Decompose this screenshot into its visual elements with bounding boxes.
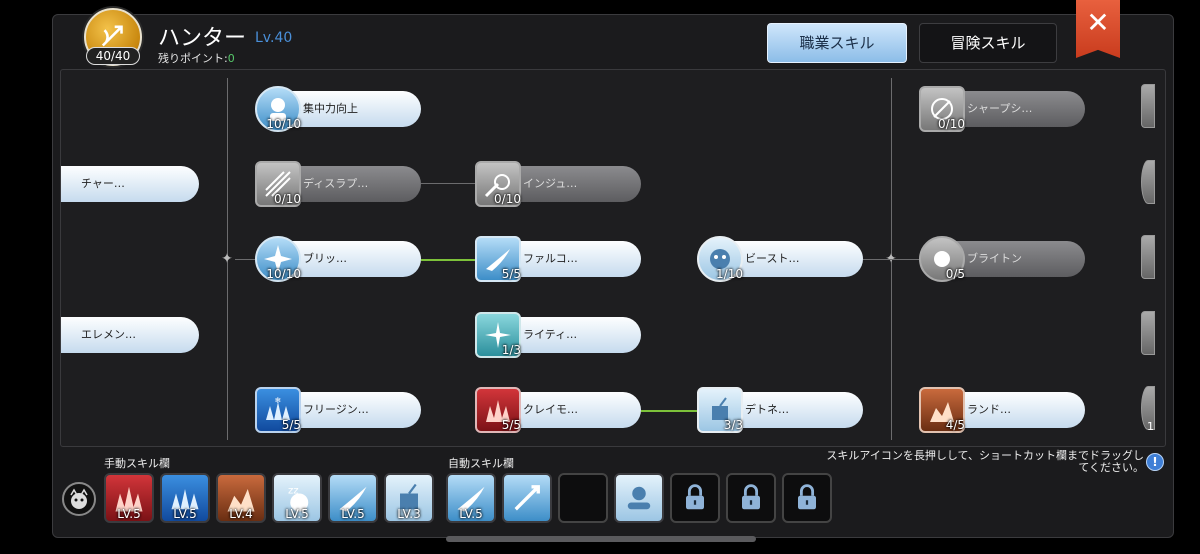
- skill-falcon[interactable]: ファルコ… 5/5: [475, 236, 641, 282]
- slot-level: LV.5: [459, 507, 483, 521]
- skill-disrupt[interactable]: ディスラプ… 0/10: [255, 161, 421, 207]
- lock-icon: [798, 484, 816, 510]
- auto-slot-locked[interactable]: [670, 473, 720, 523]
- skill-partial-right[interactable]: [1141, 311, 1155, 355]
- auto-slot-locked[interactable]: [726, 473, 776, 523]
- skill-claymore[interactable]: クレイモ… 5/5: [475, 387, 641, 433]
- skill-lighting[interactable]: ライティ… 1/3: [475, 312, 641, 358]
- skill-brighton[interactable]: ブライトン 0/5: [919, 236, 1085, 282]
- auto-slot-blade[interactable]: [502, 473, 552, 523]
- drag-hint: スキルアイコンを長押しして、ショートカット欄までドラッグしてください。: [826, 449, 1144, 474]
- skill-connector-active: [641, 410, 701, 412]
- skill-count: 3/3: [723, 418, 743, 432]
- skill-tree: ✦ ✦ チャー… エレメン… 集中力向上 10/10 ディスラプ… 0/10 ブ…: [60, 69, 1166, 447]
- skill-connector-active: [421, 259, 481, 261]
- slot-level: LV.4: [229, 507, 253, 521]
- skill-count: 0/5: [945, 267, 965, 281]
- info-icon[interactable]: !: [1146, 453, 1164, 471]
- slot-level: LV.3: [397, 507, 421, 521]
- skill-count: 1/10: [716, 267, 743, 281]
- skill-count: 5/5: [501, 418, 521, 432]
- auto-slot-beast[interactable]: [614, 473, 664, 523]
- skill-beast[interactable]: ビースト… 1/10: [697, 236, 863, 282]
- auto-slot-empty[interactable]: [558, 473, 608, 523]
- manual-slot-detonator[interactable]: LV.3: [384, 473, 434, 523]
- skill-count: 5/5: [501, 267, 521, 281]
- skill-detonator[interactable]: デトネ… 3/3: [697, 387, 863, 433]
- tab-adventure-skills[interactable]: 冒険スキル: [919, 23, 1057, 63]
- job-level-badge: 40/40: [86, 47, 140, 65]
- skill-injure[interactable]: インジュ… 0/10: [475, 161, 641, 207]
- skill-count: 4/5: [945, 418, 965, 432]
- skill-count: 10/10: [266, 267, 301, 281]
- emote-face-icon[interactable]: [62, 482, 96, 516]
- skill-connector: [235, 259, 255, 260]
- skill-partial-right[interactable]: [1141, 235, 1155, 279]
- manual-skill-label: 手動スキル欄: [104, 457, 170, 470]
- job-name: ハンター: [158, 26, 247, 51]
- auto-slot-falcon[interactable]: LV.5: [446, 473, 496, 523]
- job-level: Lv.40: [255, 30, 293, 46]
- close-icon: ✕: [1086, 6, 1110, 39]
- slot-level: LV.5: [285, 507, 309, 521]
- auto-slot-locked[interactable]: [782, 473, 832, 523]
- slot-level: LV.5: [341, 507, 365, 521]
- lock-icon: [742, 484, 760, 510]
- skill-blitz[interactable]: ブリッ… 10/10: [255, 236, 421, 282]
- skill-count: 1: [1147, 420, 1154, 433]
- svg-text:❄: ❄: [275, 396, 282, 405]
- skill-connector: [421, 183, 481, 184]
- slot-level: LV.5: [173, 507, 197, 521]
- skill-count: 0/10: [274, 192, 301, 206]
- skill-count: 5/5: [281, 418, 301, 432]
- skill-partial-left[interactable]: エレメン…: [61, 317, 199, 353]
- manual-slot-claymore[interactable]: LV.5: [104, 473, 154, 523]
- home-indicator-bar: [446, 536, 756, 542]
- skill-partial-right[interactable]: [1141, 160, 1155, 204]
- skill-partial-left[interactable]: チャー…: [61, 166, 199, 202]
- skill-count: 10/10: [266, 117, 301, 131]
- skill-connector: [863, 259, 919, 260]
- skill-sharpshooting[interactable]: シャープシ… 0/10: [919, 86, 1085, 132]
- manual-slot-freezing[interactable]: LV.5: [160, 473, 210, 523]
- tab-job-skills[interactable]: 職業スキル: [767, 23, 907, 63]
- skill-count: 0/10: [938, 117, 965, 131]
- tree-node-star-icon: ✦: [221, 251, 233, 267]
- manual-slot-land-mine[interactable]: LV.4: [216, 473, 266, 523]
- points-label: 残りポイント:: [158, 52, 228, 65]
- manual-slot-falcon[interactable]: LV.5: [328, 473, 378, 523]
- skill-partial-right[interactable]: [1141, 84, 1155, 128]
- lock-icon: [686, 484, 704, 510]
- skill-count: 0/10: [494, 192, 521, 206]
- skill-land-mine[interactable]: ランド… 4/5: [919, 387, 1085, 433]
- close-button[interactable]: ✕: [1076, 0, 1120, 58]
- remaining-points: 残りポイント:0: [158, 50, 235, 66]
- skill-freezing[interactable]: フリージン… ❄ 5/5: [255, 387, 421, 433]
- skill-concentration[interactable]: 集中力向上 10/10: [255, 86, 421, 132]
- points-value: 0: [227, 52, 235, 65]
- svg-text:zz: zz: [288, 486, 299, 497]
- manual-slot-sleep[interactable]: zz LV.5: [272, 473, 322, 523]
- auto-skill-label: 自動スキル欄: [448, 457, 514, 470]
- skill-count: 1/3: [501, 343, 521, 357]
- slot-level: LV.5: [117, 507, 141, 521]
